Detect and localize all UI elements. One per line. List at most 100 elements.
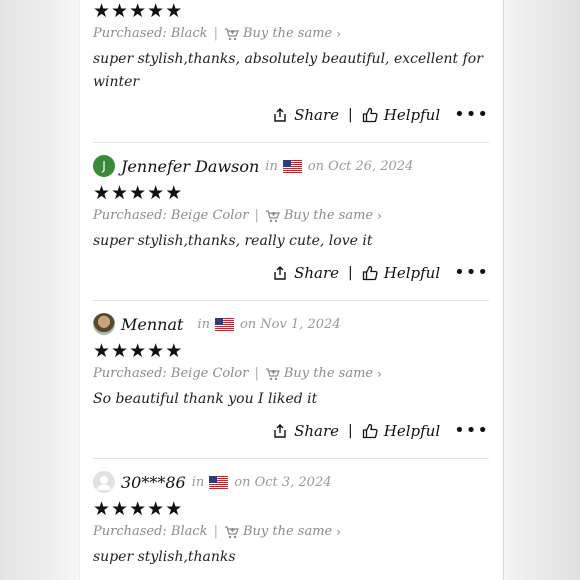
in-label: in [197,316,210,332]
star-icon: ★ [129,182,147,204]
background-left [0,0,79,580]
helpful-button[interactable]: Helpful [362,422,440,440]
reviews-panel: ★ ★ ★ ★ ★ Purchased: Black | Buy the sam… [79,0,504,580]
purchased-variant: Purchased: Black [93,524,208,539]
helpful-label: Helpful [383,106,441,124]
us-flag-icon [209,476,228,489]
review-date: on Nov 1, 2024 [239,316,341,332]
us-flag-icon [215,318,234,331]
divider [93,142,489,143]
divider [93,458,489,459]
share-button[interactable]: Share [272,264,339,282]
chevron-right-icon: › [336,26,342,41]
us-flag-icon [283,160,302,173]
buy-same-link[interactable]: Buy the same › [265,366,382,381]
avatar [93,471,115,493]
star-icon: ★ [165,0,183,22]
star-icon: ★ [129,0,147,22]
share-button[interactable]: Share [272,422,339,440]
more-options-button[interactable]: ••• [454,106,489,124]
buy-same-label: Buy the same [242,524,333,539]
background-right [502,0,580,580]
buy-same-link[interactable]: Buy the same › [265,208,382,223]
star-icon: ★ [111,0,129,22]
star-icon: ★ [93,0,111,22]
reviewer-name: Jennefer Dawson [121,156,260,176]
review-date: on Oct 26, 2024 [307,158,414,174]
review-actions: Share | Helpful ••• [272,106,489,124]
separator: | [213,524,218,539]
review-text: super stylish,thanks, absolutely beautif… [93,51,483,90]
separator: | [348,107,353,123]
star-icon: ★ [165,340,183,362]
reviewer-name: Mennat [121,314,184,334]
buy-same-link[interactable]: Buy the same › [224,26,341,41]
in-label: in [265,158,278,174]
share-button[interactable]: Share [272,106,339,124]
purchased-variant: Purchased: Beige Color [93,208,249,223]
divider [93,300,489,301]
more-options-button[interactable]: ••• [454,422,489,440]
cart-icon [224,27,239,41]
cart-icon [224,525,239,539]
in-label: in [191,474,205,490]
star-icon: ★ [111,498,129,520]
review-text: super stylish,thanks, really cute, love … [93,233,373,249]
reviewer-name: 30***86 [121,472,186,492]
star-icon: ★ [165,498,183,520]
buy-same-label: Buy the same [283,366,374,381]
cart-icon [265,209,280,223]
star-rating: ★ ★ ★ ★ ★ [93,500,182,519]
star-icon: ★ [93,498,111,520]
share-label: Share [294,422,340,440]
thumbs-up-icon [362,107,378,123]
star-icon: ★ [147,182,165,204]
helpful-button[interactable]: Helpful [362,264,440,282]
purchase-info: Purchased: Beige Color | Buy the same › [93,366,382,381]
thumbs-up-icon [362,423,378,439]
star-icon: ★ [147,498,165,520]
review-text: So beautiful thank you I liked it [93,391,318,407]
star-icon: ★ [165,182,183,204]
cart-icon [265,367,280,381]
star-rating: ★ ★ ★ ★ ★ [93,342,182,361]
chevron-right-icon: › [377,208,382,223]
share-label: Share [294,264,340,282]
review-actions: Share | Helpful ••• [272,264,489,282]
more-options-button[interactable]: ••• [454,264,489,282]
buy-same-link[interactable]: Buy the same › [224,524,341,539]
share-icon [272,265,288,281]
star-icon: ★ [93,340,111,362]
separator: | [254,366,259,381]
purchase-info: Purchased: Black | Buy the same › [93,524,341,539]
separator: | [254,208,259,223]
avatar: J [93,155,115,177]
chevron-right-icon: › [377,366,382,381]
purchased-variant: Purchased: Beige Color [93,366,249,381]
star-icon: ★ [129,498,147,520]
star-icon: ★ [147,340,165,362]
separator: | [348,265,353,281]
review-header: Mennat in on Nov 1, 2024 [93,312,341,336]
share-icon [272,423,288,439]
thumbs-up-icon [362,265,378,281]
buy-same-label: Buy the same [242,26,333,41]
chevron-right-icon: › [336,524,342,539]
star-rating: ★ ★ ★ ★ ★ [93,184,182,203]
star-icon: ★ [93,182,111,204]
purchase-info: Purchased: Black | Buy the same › [93,26,341,41]
helpful-button[interactable]: Helpful [362,106,440,124]
avatar [93,313,115,335]
star-icon: ★ [147,0,165,22]
helpful-label: Helpful [383,264,441,282]
review-date: on Oct 3, 2024 [234,474,332,490]
separator: | [213,26,218,41]
share-label: Share [294,106,340,124]
star-icon: ★ [111,182,129,204]
separator: | [348,423,353,439]
share-icon [272,107,288,123]
review-header: 30***86 in on Oct 3, 2024 [93,470,332,494]
review-header: J Jennefer Dawson in on Oct 26, 2024 [93,154,413,178]
default-user-icon [97,476,111,490]
review-text: super stylish,thanks [93,549,236,565]
